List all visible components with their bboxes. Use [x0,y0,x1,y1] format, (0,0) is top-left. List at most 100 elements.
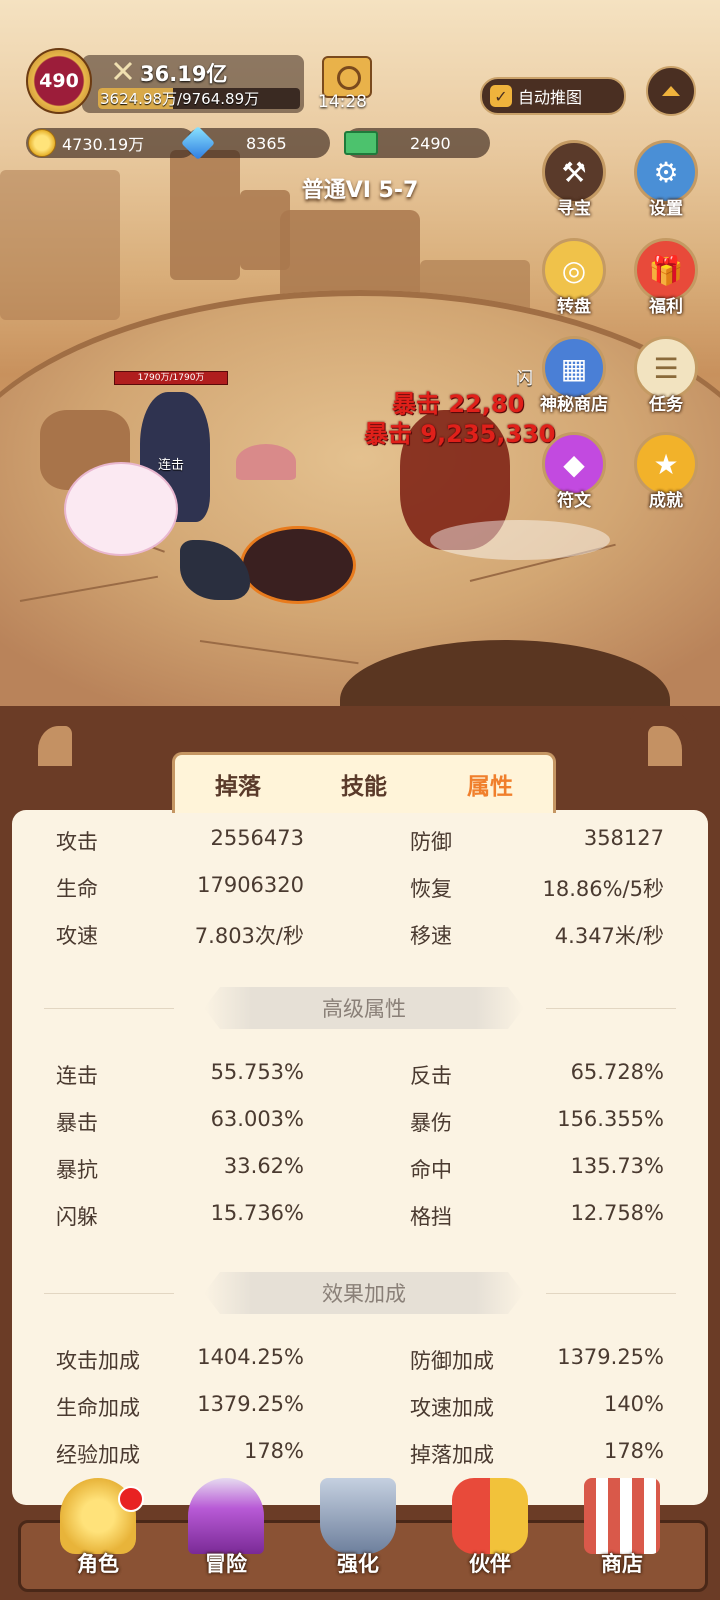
dust-cloud [430,520,610,560]
stat-label: 移速 [410,924,452,948]
stat-label: 命中 [410,1158,452,1182]
rune-button[interactable]: ◆ 符文 [530,432,618,511]
stat-value: 12.758% [570,1201,664,1225]
stat-value: 65.728% [570,1060,664,1084]
hero-hp-bar: 1790万/1790万 [114,371,228,385]
player-level-badge[interactable]: 490 [26,48,92,114]
tab-attributes[interactable]: 属性 [427,755,553,813]
stat-label: 闪躲 [56,1205,98,1229]
tab-skills[interactable]: 技能 [301,755,427,813]
settings-button[interactable]: ⚙ 设置 [622,140,710,219]
stat-row: 暴抗 33.62% 命中 135.73% [0,1154,720,1190]
notification-badge [118,1486,144,1512]
stat-label: 生命 [56,877,98,901]
stat-value: 33.62% [223,1154,304,1178]
stat-value: 7.803次/秒 [194,924,304,948]
combo-text: 连击 [158,458,185,473]
stat-value: 4.347米/秒 [554,924,664,948]
advanced-section-header: 高级属性 [44,987,676,1029]
stat-label: 攻速加成 [410,1396,494,1420]
nav-adventure[interactable]: 冒险 [166,1478,286,1598]
cash-counter: 2490 [344,128,490,158]
quest-button[interactable]: ☰ 任务 [622,336,710,415]
panel-tabs: 掉落 技能 属性 [172,752,556,813]
stat-value: 17906320 [197,873,304,897]
stat-value: 63.003% [210,1107,304,1131]
achievement-button[interactable]: ★ 成就 [622,432,710,511]
stat-label: 攻速 [56,924,98,948]
stat-row: 攻击 2556473 防御 358127 [0,826,720,862]
gold-coin-icon [28,129,56,157]
welfare-button[interactable]: 🎁 福利 [622,238,710,317]
stat-value: 18.86%/5秒 [542,877,664,901]
stat-label: 暴伤 [410,1111,452,1135]
mystery-shop-button[interactable]: ▦ 神秘商店 [530,336,618,415]
stat-value: 156.355% [557,1107,664,1131]
stat-label: 反击 [410,1064,452,1088]
bonus-section-title: 效果加成 [204,1272,524,1314]
stat-label: 防御加成 [410,1349,494,1373]
stat-label: 格挡 [410,1205,452,1229]
stat-value: 358127 [583,826,664,850]
stat-row: 经验加成 178% 掉落加成 178% [0,1439,720,1475]
stat-value: 2556473 [210,826,304,850]
tab-drops[interactable]: 掉落 [175,755,301,813]
cash-icon [344,131,378,155]
store-icon [584,1478,660,1554]
stat-value: 1379.25% [557,1345,664,1369]
stat-label: 经验加成 [56,1443,140,1467]
gold-amount: 4730.19万 [62,135,145,154]
cash-amount: 2490 [410,133,451,153]
bonus-section-header: 效果加成 [44,1272,676,1314]
stat-value: 135.73% [570,1154,664,1178]
stat-label: 掉落加成 [410,1443,494,1467]
combat-power: 36.19亿 [140,62,228,86]
stat-label: 连击 [56,1064,98,1088]
stat-value: 178% [243,1439,304,1463]
stat-value: 55.753% [210,1060,304,1084]
stat-row: 连击 55.753% 反击 65.728% [0,1060,720,1096]
auto-push-label: 自动推图 [518,88,583,107]
stat-label: 防御 [410,830,452,854]
stat-row: 暴击 63.003% 暴伤 156.355% [0,1107,720,1143]
treasure-hunt-button[interactable]: ⚒ 寻宝 [530,140,618,219]
crossed-swords-icon [113,61,133,81]
stat-label: 生命加成 [56,1396,140,1420]
mushroom-character [236,444,296,480]
crit-number-2: 暴击 9,235,330 [364,420,556,448]
stat-label: 攻击加成 [56,1349,140,1373]
chevron-up-icon [662,86,680,96]
stat-row: 攻击加成 1404.25% 防御加成 1379.25% [0,1345,720,1381]
stat-label: 暴抗 [56,1158,98,1182]
diamond-counter: 8365 [181,126,330,160]
white-bunny-character [64,462,178,556]
lucky-wheel-button[interactable]: ◎ 转盘 [530,238,618,317]
nav-partner[interactable]: 伙伴 [430,1478,550,1598]
stat-value: 1379.25% [197,1392,304,1416]
stat-label: 暴击 [56,1111,98,1135]
diamond-amount: 8365 [246,133,287,153]
nav-store[interactable]: 商店 [562,1478,682,1598]
exp-text: 3624.98万/9764.89万 [100,90,260,108]
stat-row: 生命 17906320 恢复 18.86%/5秒 [0,873,720,909]
collapse-menu-button[interactable] [646,66,696,116]
stat-value: 1404.25% [197,1345,304,1369]
lava-turtle-character [240,526,356,604]
anvil-icon [320,1478,396,1554]
adventure-icon [188,1478,264,1554]
nav-enhance[interactable]: 强化 [298,1478,418,1598]
stat-value: 140% [603,1392,664,1416]
auto-push-toggle[interactable]: ✓ 自动推图 [480,77,626,115]
stat-value: 178% [603,1439,664,1463]
stat-row: 闪躲 15.736% 格挡 12.758% [0,1201,720,1237]
partner-icon [452,1478,528,1554]
idle-timer: 14:28 [318,92,367,112]
stat-label: 恢复 [410,877,452,901]
stat-label: 攻击 [56,830,98,854]
advanced-section-title: 高级属性 [204,987,524,1029]
stat-value: 15.736% [210,1201,304,1225]
check-icon: ✓ [490,85,512,107]
stat-row: 生命加成 1379.25% 攻速加成 140% [0,1392,720,1428]
stat-row: 攻速 7.803次/秒 移速 4.347米/秒 [0,920,720,956]
gold-counter: 4730.19万 [26,128,196,158]
